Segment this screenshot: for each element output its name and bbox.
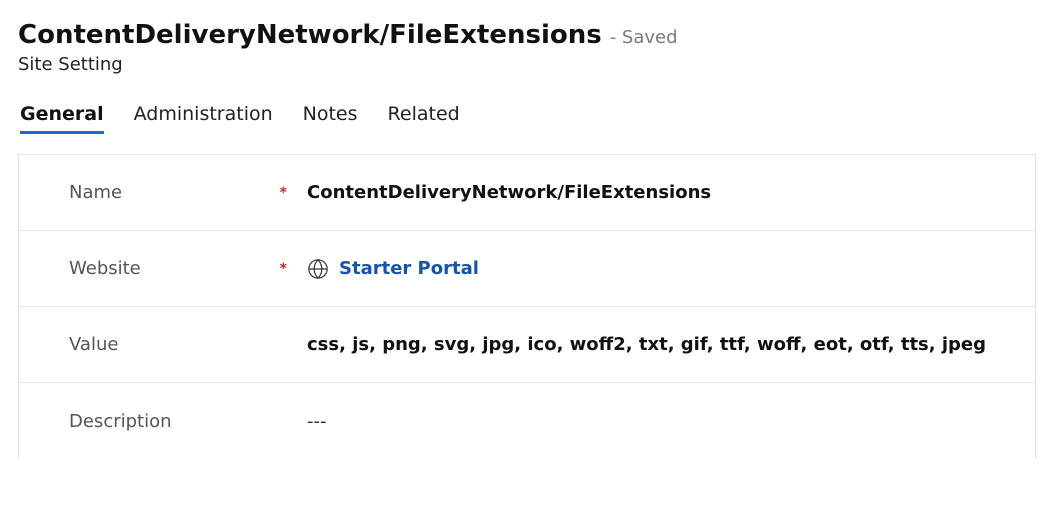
label-website: Website bbox=[69, 258, 141, 279]
label-name: Name bbox=[69, 182, 122, 203]
page-header: ContentDeliveryNetwork/FileExtensions - … bbox=[18, 20, 1036, 75]
form-row-name: Name * ContentDeliveryNetwork/FileExtens… bbox=[19, 155, 1035, 231]
page-title: ContentDeliveryNetwork/FileExtensions bbox=[18, 20, 602, 50]
description-value: --- bbox=[307, 411, 327, 432]
website-link[interactable]: Starter Portal bbox=[339, 258, 479, 279]
value-field[interactable]: css, js, png, svg, jpg, ico, woff2, txt,… bbox=[307, 334, 1005, 355]
form-row-value: Value css, js, png, svg, jpg, ico, woff2… bbox=[19, 307, 1035, 383]
title-row: ContentDeliveryNetwork/FileExtensions - … bbox=[18, 20, 1036, 50]
label-value: Value bbox=[69, 334, 118, 355]
tab-notes[interactable]: Notes bbox=[303, 103, 358, 134]
label-cell-value: Value bbox=[69, 334, 307, 355]
tab-administration[interactable]: Administration bbox=[134, 103, 273, 134]
form-row-website: Website * Starter Portal bbox=[19, 231, 1035, 307]
label-cell-name: Name * bbox=[69, 182, 307, 203]
website-field[interactable]: Starter Portal bbox=[307, 258, 1005, 280]
form-row-description: Description --- bbox=[19, 383, 1035, 459]
form-panel: Name * ContentDeliveryNetwork/FileExtens… bbox=[18, 154, 1036, 459]
required-mark: * bbox=[280, 185, 287, 201]
tab-bar: General Administration Notes Related bbox=[18, 103, 1036, 134]
globe-icon bbox=[307, 258, 329, 280]
label-description: Description bbox=[69, 411, 172, 432]
label-cell-description: Description bbox=[69, 411, 307, 432]
name-field[interactable]: ContentDeliveryNetwork/FileExtensions bbox=[307, 182, 1005, 203]
page-status: - Saved bbox=[610, 27, 678, 48]
page-subtitle: Site Setting bbox=[18, 54, 1036, 75]
description-field[interactable]: --- bbox=[307, 411, 1005, 432]
tab-related[interactable]: Related bbox=[388, 103, 460, 134]
label-cell-website: Website * bbox=[69, 258, 307, 279]
tab-general[interactable]: General bbox=[20, 103, 104, 134]
required-mark: * bbox=[280, 261, 287, 277]
